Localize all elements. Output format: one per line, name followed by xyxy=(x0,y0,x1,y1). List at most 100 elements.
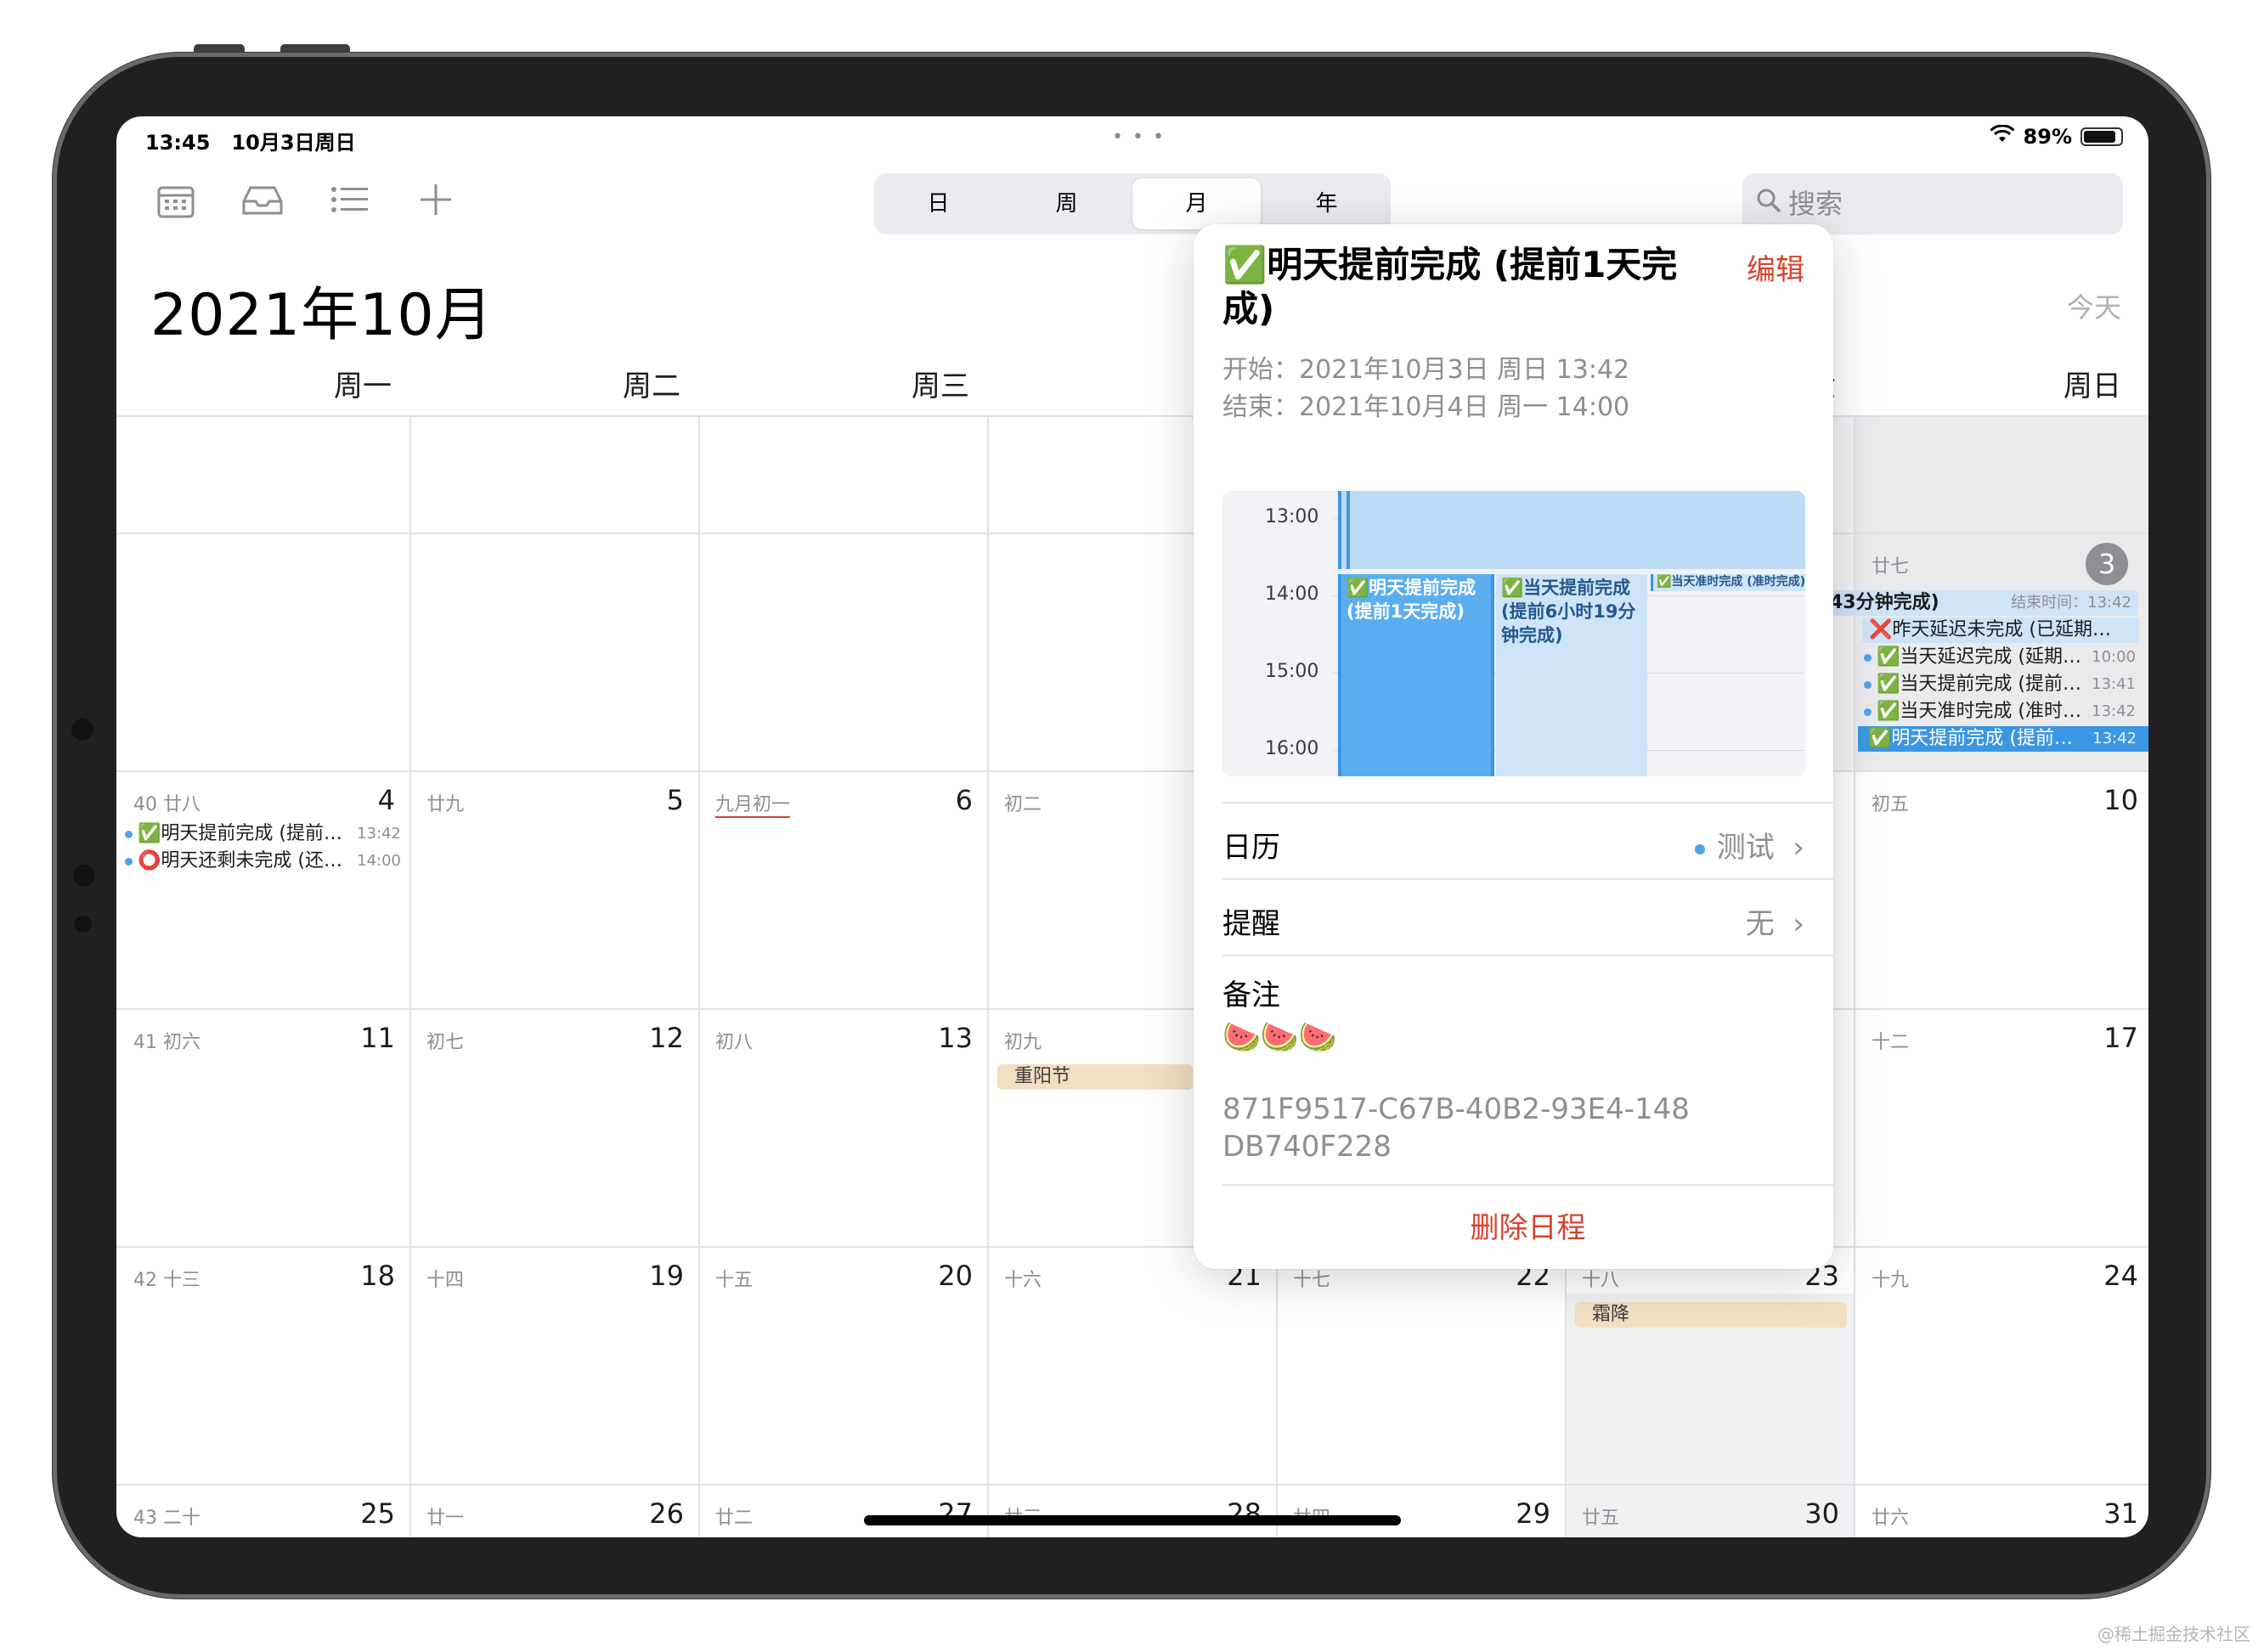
power-button xyxy=(280,44,350,53)
reminder-row[interactable]: 提醒 无 › xyxy=(1222,878,1833,956)
holiday-badge[interactable]: 重阳节 xyxy=(997,1064,1193,1090)
lunar-date: 廿九 xyxy=(426,794,465,815)
tab-week[interactable]: 周 xyxy=(1002,173,1131,234)
day-number[interactable]: 13 xyxy=(922,1022,973,1054)
lunar-date: 初七 xyxy=(426,1032,465,1053)
multitasking-dots-icon[interactable]: • • • xyxy=(1112,127,1166,148)
lunar-date: 廿二 xyxy=(715,1508,754,1529)
holiday-badge[interactable]: 霜降 xyxy=(1575,1302,1847,1328)
day-number[interactable]: 17 xyxy=(2087,1022,2138,1054)
weekday-header: 周一 周二 周三 周四 周五 周六 周日 xyxy=(116,363,2148,405)
selected-calendar-event[interactable]: ✅明天提前完成 (提前… 13:42 xyxy=(1858,726,2148,752)
lunar-date: 43 二十 xyxy=(133,1508,201,1529)
event-time: 13:42 xyxy=(2092,702,2136,720)
calendar-row[interactable]: 日历 测试 › xyxy=(1222,802,1833,880)
lunar-date: 十五 xyxy=(715,1270,754,1291)
day-number[interactable]: 5 xyxy=(633,784,684,816)
status-bar: 13:45 10月3日周日 • • • 89% xyxy=(116,116,2148,159)
calendar-icon[interactable] xyxy=(154,183,198,227)
calendar-event[interactable]: ✅当天提前完成 (提前… 13:41 xyxy=(1864,672,2136,697)
timeline-hour: 14:00 xyxy=(1265,584,1319,605)
battery-icon xyxy=(2081,127,2123,146)
event-title: ⭕明天还剩未完成 (还… xyxy=(138,850,342,871)
edit-button[interactable]: 编辑 xyxy=(1747,246,1804,288)
lunar-date: 廿七 xyxy=(1872,556,1910,578)
lunar-date: 42 十三 xyxy=(133,1270,201,1291)
calendar-event[interactable]: 时43分钟完成) 结束时间：13:42 xyxy=(1811,590,2138,616)
chevron-right-icon: › xyxy=(1793,907,1804,941)
plus-icon[interactable] xyxy=(414,183,458,227)
timeline-hour: 16:00 xyxy=(1265,738,1319,759)
timeline-divider xyxy=(1491,574,1494,776)
lunar-date: 十九 xyxy=(1872,1270,1910,1291)
day-number[interactable]: 6 xyxy=(922,784,973,816)
day-number[interactable]: 29 xyxy=(1499,1497,1550,1530)
tab-month[interactable]: 月 xyxy=(1132,178,1261,229)
notes-label: 备注 xyxy=(1222,978,1280,1012)
lunar-date: 十六 xyxy=(1004,1270,1042,1291)
weekday-label: 周三 xyxy=(912,369,969,403)
lunar-date: 廿六 xyxy=(1872,1508,1910,1529)
sensor xyxy=(75,916,92,933)
lunar-date: 九月初一 xyxy=(715,789,791,818)
selected-timeline-event[interactable]: ✅明天提前完成 (提前1天完成) xyxy=(1338,574,1493,776)
event-title: ✅当天准时完成 (准时… xyxy=(1877,701,2081,722)
day-number[interactable]: 19 xyxy=(633,1260,684,1292)
calendar-event[interactable]: ⭕明天还剩未完成 (还… 14:00 xyxy=(125,849,401,874)
event-title: ✅明天提前完成 (提前1天完成) xyxy=(1222,244,1678,330)
volume-button xyxy=(194,44,245,53)
weekday-label: 周一 xyxy=(334,369,392,403)
calendar-event[interactable]: ✅明天提前完成 (提前… 13:42 xyxy=(125,821,401,847)
today-badge[interactable]: 3 xyxy=(2086,543,2128,585)
day-number[interactable]: 10 xyxy=(2087,784,2138,816)
day-number[interactable]: 20 xyxy=(922,1260,973,1292)
day-number[interactable]: 30 xyxy=(1788,1497,1839,1530)
today-button[interactable]: 今天 xyxy=(2067,286,2121,325)
reminder-value: 无 › xyxy=(1745,907,1804,941)
lunar-date: 十二 xyxy=(1872,1032,1910,1053)
day-number[interactable]: 4 xyxy=(344,784,395,816)
lunar-date: 初八 xyxy=(715,1032,754,1053)
event-time: 结束时间：13:42 xyxy=(2011,594,2131,612)
lunar-date: 十四 xyxy=(426,1270,465,1291)
lunar-date: 40 廿八 xyxy=(133,794,201,815)
day-number[interactable]: 12 xyxy=(633,1022,684,1054)
day-number[interactable]: 11 xyxy=(344,1022,395,1054)
weekday-label: 周二 xyxy=(623,369,680,403)
tab-day[interactable]: 日 xyxy=(874,173,1002,234)
day-number[interactable]: 31 xyxy=(2087,1497,2138,1530)
timeline-hour: 15:00 xyxy=(1265,661,1319,682)
event-detail-popover: ✅明天提前完成 (提前1天完成) 编辑 开始：2021年10月3日 周日 13:… xyxy=(1194,224,1833,1269)
calendar-event[interactable]: ❌昨天延迟未完成 (已延期… xyxy=(1862,617,2139,643)
month-grid: 廿七 3 时43分钟完成) 结束时间：13:42 ❌昨天延迟未完成 (已延期… … xyxy=(116,415,2148,1537)
reminder-label: 提醒 xyxy=(1222,907,1280,941)
status-right: 89% xyxy=(1989,124,2123,149)
timeline-event-block[interactable] xyxy=(1338,491,1805,569)
screen: 13:45 10月3日周日 • • • 89% 日 周 月 年 搜索 2021年… xyxy=(116,116,2148,1537)
day-number[interactable]: 18 xyxy=(344,1260,395,1292)
event-title: ✅明天提前完成 (提前… xyxy=(1868,728,2073,749)
event-time: 13:41 xyxy=(2092,675,2136,693)
calendar-color-dot xyxy=(1694,843,1705,854)
inbox-icon[interactable] xyxy=(240,183,285,227)
event-time: 13:42 xyxy=(2092,730,2137,747)
calendar-event[interactable]: ✅当天准时完成 (准时… 13:42 xyxy=(1864,699,2136,725)
timeline-event-block[interactable]: ✅当天准时完成 (准时完成) xyxy=(1651,574,1805,591)
list-icon[interactable] xyxy=(327,183,371,227)
day-number[interactable]: 24 xyxy=(2087,1260,2138,1292)
timeline-event-block[interactable]: ✅当天提前完成 (提前6小时19分钟完成) xyxy=(1496,574,1647,776)
event-title: ✅当天延迟完成 (延期… xyxy=(1877,646,2081,668)
status-time: 13:45 10月3日周日 xyxy=(145,131,356,155)
day-number[interactable]: 25 xyxy=(344,1497,395,1530)
lunar-date: 初二 xyxy=(1004,794,1042,815)
day-number[interactable]: 26 xyxy=(633,1497,684,1530)
calendar-event[interactable]: ✅当天延迟完成 (延期… 10:00 xyxy=(1864,645,2136,670)
event-time: 14:00 xyxy=(357,852,401,870)
wifi-icon xyxy=(1989,124,2015,149)
chevron-right-icon: › xyxy=(1793,831,1804,865)
sensor xyxy=(73,865,95,887)
home-indicator[interactable] xyxy=(864,1515,1401,1525)
timeline-event-text: ✅明天提前完成 (提前1天完成) xyxy=(1347,578,1476,622)
timeline-event-marker xyxy=(1347,491,1350,569)
delete-event-button[interactable]: 删除日程 xyxy=(1222,1184,1833,1267)
